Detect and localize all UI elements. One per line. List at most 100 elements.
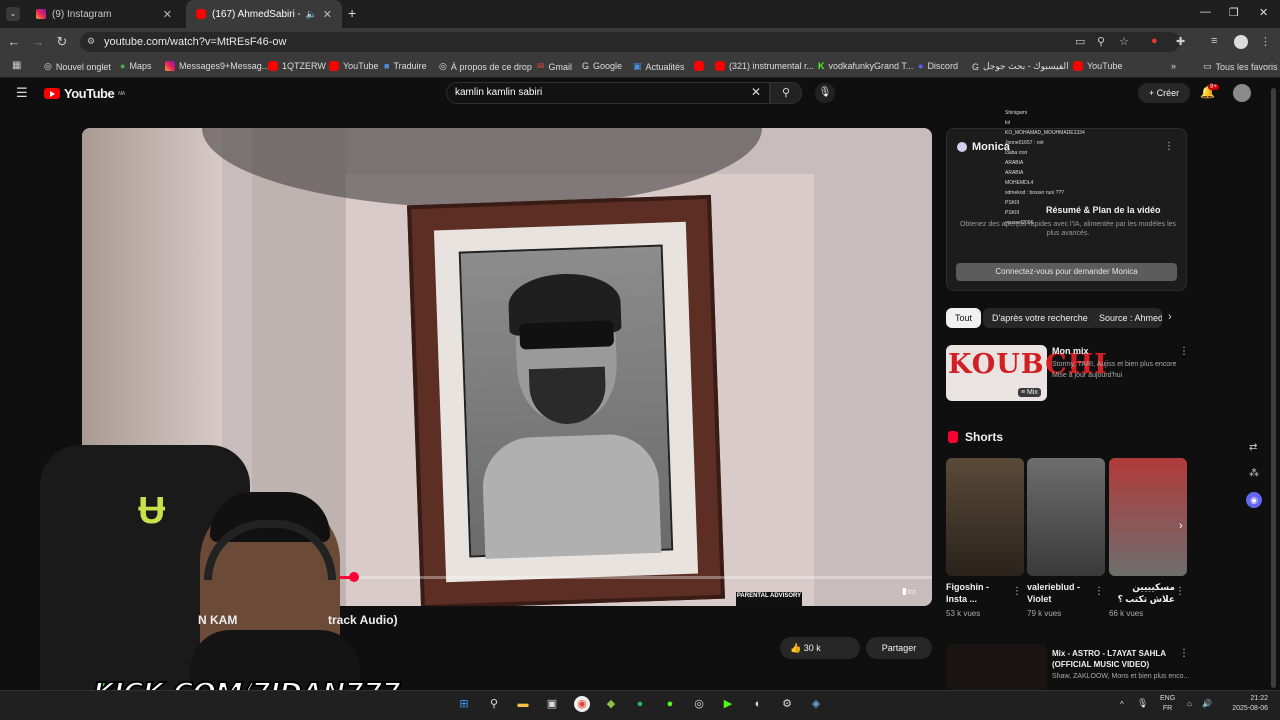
short-title[interactable]: valerieblud - Violet bbox=[1027, 581, 1093, 605]
extensions-puzzle-icon[interactable]: ✚ bbox=[1176, 35, 1185, 48]
bookmark-item[interactable]: Messages9+Messag... bbox=[165, 61, 269, 71]
next-video-title[interactable]: Mix - ASTRO - L7AYAT SAHLA (OFFICIAL MUS… bbox=[1052, 648, 1172, 670]
network-icon[interactable]: ⌂ bbox=[1187, 699, 1192, 708]
search-input[interactable]: kamlin kamlin sabiri bbox=[455, 87, 542, 98]
chrome-icon[interactable]: ◉ bbox=[574, 696, 590, 712]
search-icon[interactable]: ⚲ bbox=[486, 696, 502, 712]
account-avatar[interactable] bbox=[1233, 84, 1251, 102]
bookmark-item[interactable]: ● Maps bbox=[120, 61, 151, 71]
volume-icon[interactable]: 🔊 bbox=[1202, 699, 1212, 708]
miniplayer-icon[interactable]: ▮▭ bbox=[902, 586, 915, 597]
close-window-button[interactable]: ✕ bbox=[1259, 6, 1268, 19]
steam-icon[interactable]: ◈ bbox=[808, 696, 824, 712]
hamburger-menu-icon[interactable]: ☰ bbox=[16, 85, 28, 101]
windows-start-icon[interactable]: ⊞ bbox=[456, 696, 472, 712]
create-button[interactable]: + Créer bbox=[1138, 83, 1190, 103]
new-tab-button[interactable]: + bbox=[348, 5, 356, 21]
minimize-button[interactable]: — bbox=[1200, 6, 1211, 18]
bookmark-item[interactable]: ◎ À propos de ce drop bbox=[439, 61, 532, 72]
more-options-icon[interactable]: ⋮ bbox=[1094, 586, 1104, 597]
bookmark-item[interactable]: KvodkafunkyGrand T... bbox=[818, 61, 913, 71]
bookmark-item[interactable]: ▣ Actualités bbox=[633, 61, 685, 72]
chip-source[interactable]: Source : Ahmed bbox=[1090, 308, 1162, 328]
tray-expand-icon[interactable]: ^ bbox=[1120, 700, 1124, 709]
mic-tray-icon[interactable]: 🎙 bbox=[1137, 698, 1148, 709]
bookmark-item[interactable]: ✉ Gmail bbox=[537, 61, 572, 72]
cast-icon[interactable]: ▭ bbox=[1075, 35, 1085, 48]
clock[interactable]: 21:22 2025-08-06 bbox=[1220, 694, 1268, 714]
spotify-icon[interactable]: ● bbox=[632, 696, 648, 712]
language-secondary: FR bbox=[1162, 705, 1173, 712]
more-options-icon[interactable]: ⋮ bbox=[1179, 648, 1189, 659]
kick-taskbar-icon[interactable]: ● bbox=[662, 696, 678, 712]
gmail-icon: ✉ bbox=[537, 61, 545, 71]
bookmark-item[interactable]: YouTube bbox=[1073, 61, 1122, 71]
extension-icon[interactable]: ● bbox=[1151, 35, 1158, 47]
zoom-icon[interactable]: ⚲ bbox=[1097, 35, 1105, 48]
monica-signin-button[interactable]: Connectez-vous pour demander Monica bbox=[956, 263, 1177, 281]
file-explorer-icon[interactable]: ▬ bbox=[515, 696, 531, 712]
back-icon[interactable]: ← bbox=[6, 34, 22, 49]
menu-icon[interactable]: ⋮ bbox=[1260, 35, 1271, 48]
apps-icon[interactable]: ▦ bbox=[12, 60, 21, 71]
progress-scrubber[interactable] bbox=[349, 572, 359, 582]
search-button[interactable]: ⚲ bbox=[770, 82, 802, 104]
settings-icon[interactable]: ⚙ bbox=[779, 696, 795, 712]
bookmark-star-icon[interactable]: ☆ bbox=[1119, 35, 1129, 48]
short-thumbnail[interactable] bbox=[946, 458, 1024, 576]
page-scrollbar[interactable] bbox=[1271, 88, 1276, 688]
next-video-thumbnail[interactable] bbox=[946, 644, 1047, 690]
bookmark-item[interactable]: G Google bbox=[582, 61, 622, 71]
mix-title[interactable]: Mon mix bbox=[1052, 346, 1089, 356]
bookmark-item[interactable]: ◎ Nouvel onglet bbox=[44, 61, 111, 72]
like-button[interactable]: 👍 30 k bbox=[780, 637, 860, 659]
app-icon[interactable]: ◐ bbox=[750, 696, 766, 712]
language-indicator[interactable]: ENG FR bbox=[1160, 694, 1175, 714]
bookmark-item[interactable]: G الفيسبوك - بحث جوجل bbox=[972, 61, 1069, 72]
app-icon[interactable]: ◆ bbox=[603, 696, 619, 712]
all-favorites[interactable]: ▭ Tous les favoris bbox=[1203, 61, 1278, 72]
share-button[interactable]: Partager bbox=[866, 637, 932, 659]
speaker-icon[interactable]: 🔈 bbox=[306, 9, 317, 20]
more-options-icon[interactable]: ⋮ bbox=[1175, 586, 1185, 597]
url-field[interactable]: youtube.com/watch?v=MtREsF46-ow bbox=[104, 36, 287, 48]
profile-avatar[interactable] bbox=[1234, 35, 1248, 49]
site-info-icon[interactable]: ⚙ bbox=[87, 36, 95, 47]
media-icon[interactable]: ≡ bbox=[1211, 35, 1217, 47]
short-thumbnail[interactable] bbox=[1027, 458, 1105, 576]
close-icon[interactable]: ✕ bbox=[163, 8, 172, 21]
more-options-icon[interactable]: ⋮ bbox=[1012, 586, 1022, 597]
more-bookmarks-icon[interactable]: » bbox=[1171, 61, 1176, 71]
reload-icon[interactable]: ↻ bbox=[54, 34, 70, 50]
bookmark-item[interactable]: (321) instrumental r... bbox=[715, 61, 814, 71]
chevron-right-icon[interactable]: › bbox=[1179, 520, 1183, 532]
bookmark-item[interactable]: ■ Traduire bbox=[384, 61, 427, 71]
play-icon[interactable]: ▶ bbox=[720, 696, 736, 712]
chevron-right-icon[interactable]: › bbox=[1168, 311, 1172, 323]
tab-youtube[interactable]: (167) AhmedSabiri - KAMLI 🔈 ✕ bbox=[186, 0, 342, 28]
apps-side-icon[interactable]: ⁂ bbox=[1249, 468, 1259, 479]
youtube-logo[interactable]: YouTube MA bbox=[44, 86, 125, 101]
short-thumbnail[interactable] bbox=[1109, 458, 1187, 576]
obs-icon[interactable]: ◎ bbox=[691, 696, 707, 712]
more-options-icon[interactable]: ⋮ bbox=[1179, 346, 1189, 357]
restore-button[interactable]: ❐ bbox=[1229, 6, 1239, 19]
store-icon[interactable]: ▣ bbox=[544, 696, 560, 712]
chip-all[interactable]: Tout bbox=[946, 308, 982, 328]
monica-side-icon[interactable]: ◉ bbox=[1246, 492, 1262, 508]
chip-search[interactable]: D'après votre recherche bbox=[983, 308, 1097, 328]
bookmark-item[interactable]: ● Discord bbox=[918, 61, 958, 71]
close-icon[interactable]: ✕ bbox=[323, 8, 332, 21]
translate-side-icon[interactable]: ⇄ bbox=[1249, 442, 1257, 453]
forward-icon[interactable]: → bbox=[30, 34, 46, 49]
voice-search-button[interactable]: 🎙 bbox=[815, 83, 835, 103]
tab-instagram[interactable]: (9) Instagram ✕ bbox=[26, 0, 182, 28]
tab-search-icon[interactable]: ⌄ bbox=[6, 7, 20, 21]
bookmark-item[interactable]: YouTube bbox=[329, 61, 378, 71]
short-title[interactable]: مسكيييين علاش تكتب ؟ bbox=[1109, 581, 1175, 605]
bookmark-item[interactable]: 1QTZERW bbox=[268, 61, 326, 71]
clear-search-icon[interactable]: ✕ bbox=[751, 85, 761, 99]
short-title[interactable]: Figoshin - Insta ... bbox=[946, 581, 1012, 605]
more-options-icon[interactable]: ⋮ bbox=[1164, 141, 1174, 152]
bookmark-item[interactable] bbox=[694, 61, 704, 71]
